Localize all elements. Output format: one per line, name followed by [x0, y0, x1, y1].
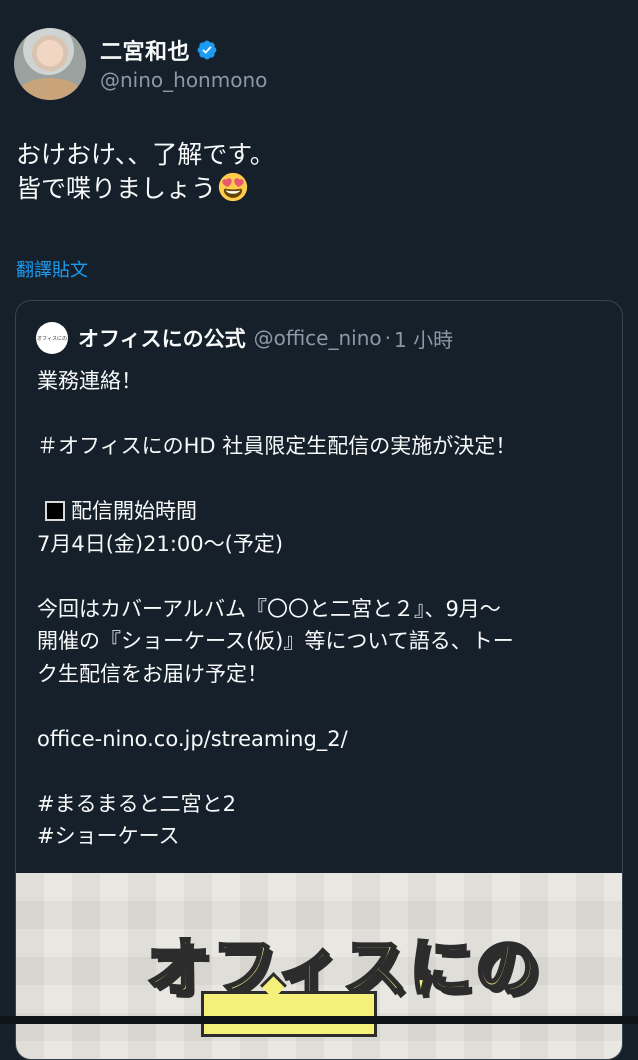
hashtag[interactable]: #ショーケース — [37, 820, 607, 853]
quoted-link[interactable]: office-nino.co.jp/streaming_2/ — [37, 723, 607, 756]
tweet-text: おけおけ、、了解です。 皆で喋りましょう — [16, 138, 622, 206]
quoted-line: ク生配信をお届け予定！ — [37, 661, 268, 686]
tweet-text-line-2-content: 皆で喋りましょう — [16, 174, 217, 203]
author-display-name[interactable]: 二宮和也 — [100, 34, 190, 66]
quoted-author-handle[interactable]: @office_nino — [254, 326, 382, 350]
quoted-line — [37, 560, 607, 593]
tweet-text-line-1: おけおけ、、了解です。 — [16, 140, 275, 169]
quoted-author-name[interactable]: オフィスにの公式 — [78, 323, 246, 353]
quoted-author-avatar-text: オフィスにの — [37, 335, 67, 342]
quoted-line-with-square: 配信開始時間 — [37, 495, 607, 528]
quoted-line — [37, 398, 607, 431]
bottom-edge — [0, 1016, 638, 1024]
quoted-line: 開催の『ショーケース(仮)』等について語る、トー — [37, 629, 514, 653]
quoted-media-image[interactable]: オフィスにの — [16, 873, 622, 1059]
translate-post-link[interactable]: 翻譯貼文 — [16, 256, 88, 282]
author-name-row: 二宮和也 — [100, 34, 218, 66]
tweet-header: 二宮和也 @nino_honmono — [14, 28, 614, 102]
tweet-text-line-2: 皆で喋りましょう — [16, 172, 622, 206]
hashtag[interactable]: #まるまると二宮と2 — [37, 788, 607, 821]
quoted-line: 今回はカバーアルバム『〇〇と二宮と２』、9月～ — [37, 596, 501, 621]
quoted-line — [37, 690, 607, 723]
quoted-line: 7月4日(金)21:00～(予定) — [37, 531, 284, 556]
quoted-line — [37, 755, 607, 788]
quoted-line — [37, 463, 607, 496]
quoted-tweet-header: オフィスにの オフィスにの公式 @office_nino · 1 小時 — [36, 321, 453, 355]
quoted-tweet-card[interactable]: オフィスにの オフィスにの公式 @office_nino · 1 小時 業務連絡… — [15, 300, 623, 1060]
quoted-timestamp[interactable]: 1 小時 — [394, 324, 453, 353]
quoted-tweet-text: 業務連絡！ ＃オフィスにのHD 社員限定生配信の実施が決定！ 配信開始時間 7月… — [37, 365, 607, 853]
quoted-author-avatar[interactable]: オフィスにの — [36, 322, 68, 354]
black-square-icon — [45, 501, 65, 521]
verified-badge-icon — [197, 40, 217, 60]
media-speech-bubble — [201, 991, 377, 1037]
quoted-line: 配信開始時間 — [71, 499, 197, 523]
quoted-line: 業務連絡！ — [37, 369, 142, 393]
author-handle[interactable]: @nino_honmono — [100, 68, 267, 92]
quoted-line: ＃オフィスにのHD 社員限定生配信の実施が決定！ — [37, 434, 517, 458]
separator-dot: · — [384, 326, 391, 350]
avatar[interactable] — [14, 28, 86, 100]
heart-eyes-emoji-icon — [218, 172, 248, 202]
